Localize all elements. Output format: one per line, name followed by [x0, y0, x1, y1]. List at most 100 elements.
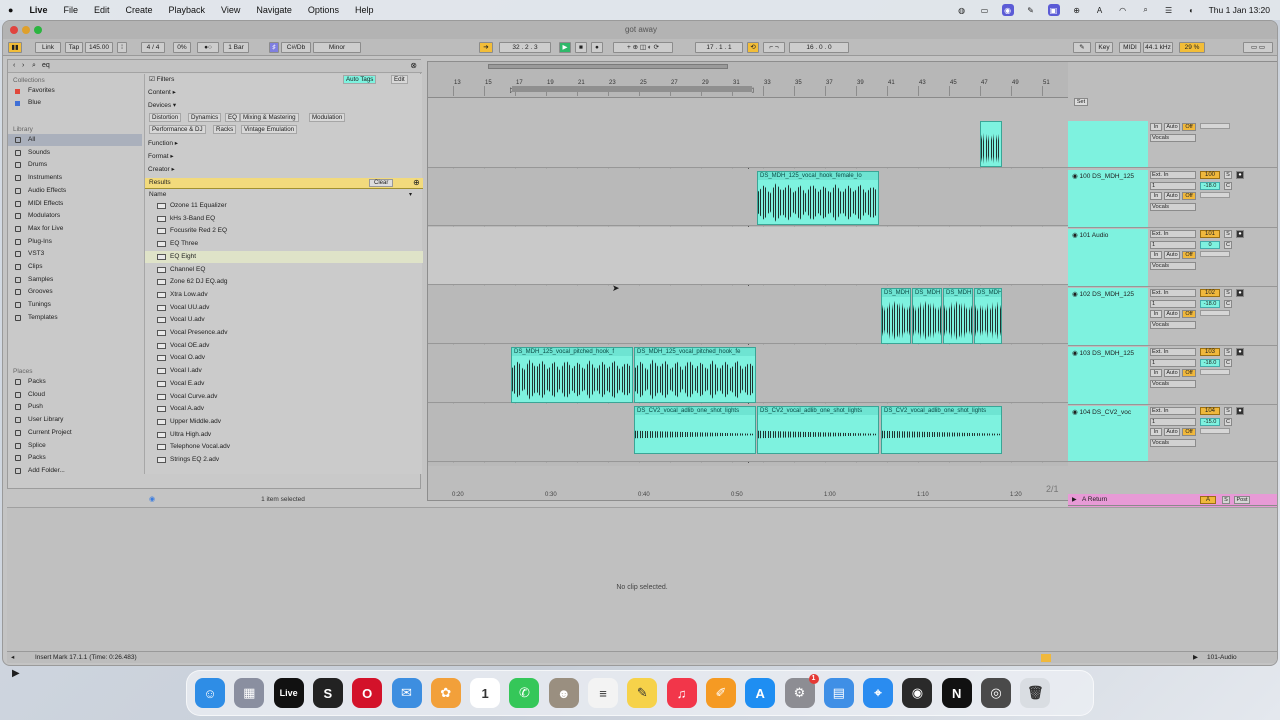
result-item[interactable]: Vocal UU.adv: [145, 302, 423, 315]
nudge-icon[interactable]: ⁞: [117, 42, 127, 53]
metronome-icon[interactable]: ●○: [197, 42, 219, 53]
track-header[interactable]: [1068, 121, 1148, 167]
result-item[interactable]: EQ Three: [145, 238, 423, 251]
time-label[interactable]: 1:00: [824, 492, 836, 498]
zoom-window-icon[interactable]: [34, 26, 42, 34]
result-item[interactable]: Ultra High.adv: [145, 429, 423, 442]
input-channel-dropdown[interactable]: 1: [1150, 241, 1196, 249]
dock-launchpad-icon[interactable]: ▦: [234, 678, 265, 708]
name-column-header[interactable]: Name: [149, 191, 166, 198]
output-dropdown[interactable]: Vocals: [1150, 134, 1196, 142]
dock-opera-icon[interactable]: O: [352, 678, 383, 708]
track-name[interactable]: 104 DS_CV2_voc: [1079, 409, 1131, 416]
return-track-name[interactable]: A Return: [1068, 494, 1148, 506]
tag-mixing-mastering[interactable]: Mixing & Mastering: [240, 113, 299, 122]
edit-tags-button[interactable]: Edit: [391, 75, 408, 84]
dock-reminders-icon[interactable]: ≡: [588, 678, 618, 708]
stop-icon[interactable]: ■: [575, 42, 587, 53]
result-item[interactable]: Xtra Low.adv: [145, 289, 423, 302]
volume-field[interactable]: -18.0: [1200, 359, 1220, 367]
menu-live[interactable]: Live: [21, 5, 55, 15]
follow-icon[interactable]: ➔: [479, 42, 493, 53]
mixer-track[interactable]: In Auto Off Vocals: [1068, 121, 1277, 168]
tag-eq[interactable]: EQ: [225, 113, 240, 122]
dock-calendar-icon[interactable]: 1: [470, 678, 501, 708]
minimize-window-icon[interactable]: [22, 26, 30, 34]
track-name[interactable]: 101 Audio: [1079, 232, 1108, 239]
input-channel-dropdown[interactable]: 1: [1150, 300, 1196, 308]
bar-number[interactable]: 37: [826, 80, 833, 86]
bar-number[interactable]: 41: [888, 80, 895, 86]
track-lane[interactable]: [428, 463, 1068, 466]
track-header[interactable]: ◉ 104 DS_CV2_voc: [1068, 406, 1148, 461]
audio-clip[interactable]: DS_MDH_125_vocal_pitched_hook_fe: [634, 347, 756, 403]
sidebar-item-instruments[interactable]: Instruments: [8, 172, 142, 184]
pan-field[interactable]: C: [1224, 418, 1232, 426]
draw-mode-icon[interactable]: ✎: [1073, 42, 1091, 53]
arm-button[interactable]: ●: [1236, 407, 1244, 415]
time-signature-field[interactable]: 4 / 4: [141, 42, 165, 53]
apple-menu-icon[interactable]: ●: [0, 5, 21, 15]
pan-field[interactable]: C: [1224, 182, 1232, 190]
bar-number[interactable]: 51: [1043, 80, 1050, 86]
menu-view[interactable]: View: [213, 5, 248, 15]
audio-clip[interactable]: DS_CV2_vocal_adlib_one_shot_lights: [634, 406, 756, 454]
track-header[interactable]: ◉ 100 DS_MDH_125: [1068, 170, 1148, 227]
overview-scrollbar[interactable]: [488, 64, 728, 69]
loop-brace[interactable]: [512, 86, 752, 92]
song-position-field[interactable]: 32 . 2 . 3: [499, 42, 551, 53]
mixer-track[interactable]: ◉ 101 Audio Ext. In 1 101 0 S ● C In Auto Off Vocal…: [1068, 229, 1277, 287]
send-knobs[interactable]: [1200, 428, 1230, 434]
place-item-add-folder[interactable]: Add Folder...: [8, 465, 142, 477]
sidebar-item-tunings[interactable]: Tunings: [8, 299, 142, 311]
overdub-automation-icons[interactable]: + ⊕ ◫ ◐ ⟳: [613, 42, 673, 53]
record-icon[interactable]: ◉: [1001, 4, 1014, 16]
solo-button[interactable]: S: [1224, 230, 1232, 238]
input-type-dropdown[interactable]: Ext. In: [1150, 407, 1196, 415]
monitor-auto-button[interactable]: Auto: [1164, 192, 1180, 200]
bar-number[interactable]: 39: [857, 80, 864, 86]
sync-icon[interactable]: ⊕: [1071, 4, 1083, 16]
search-icon[interactable]: ⌕: [1140, 4, 1152, 16]
time-ruler[interactable]: 0:20 0:30 0:40 0:50 1:00 1:10 1:20: [428, 490, 1068, 502]
browser-toggle-icon[interactable]: ▮▮: [8, 42, 22, 53]
content-filter[interactable]: Content ▸: [148, 88, 176, 96]
track-number[interactable]: 103: [1200, 348, 1220, 356]
menu-help[interactable]: Help: [347, 5, 382, 15]
sidebar-item-modulators[interactable]: Modulators: [8, 210, 142, 222]
sidebar-item-max-for-live[interactable]: Max for Live: [8, 223, 142, 235]
monitor-in-button[interactable]: In: [1150, 310, 1162, 318]
scale-dropdown[interactable]: Minor: [313, 42, 361, 53]
creator-filter[interactable]: Creator ▸: [148, 165, 175, 173]
solo-button[interactable]: S: [1224, 289, 1232, 297]
sidebar-item-clips[interactable]: Clips: [8, 261, 142, 273]
tap-tempo-button[interactable]: Tap: [65, 42, 83, 53]
sidebar-item-vst3[interactable]: VST3: [8, 248, 142, 260]
menu-file[interactable]: File: [55, 5, 86, 15]
bar-number[interactable]: 35: [795, 80, 802, 86]
sort-icon[interactable]: ▾: [409, 191, 412, 198]
monitor-in-button[interactable]: In: [1150, 192, 1162, 200]
place-item-packs[interactable]: Packs: [8, 376, 142, 388]
pan-field[interactable]: C: [1224, 300, 1232, 308]
bar-number[interactable]: 43: [919, 80, 926, 86]
result-item[interactable]: Vocal A.adv: [145, 403, 423, 416]
arm-button[interactable]: ●: [1236, 171, 1244, 179]
result-item[interactable]: Vocal U.adv: [145, 314, 423, 327]
menu-edit[interactable]: Edit: [86, 5, 118, 15]
menu-options[interactable]: Options: [300, 5, 347, 15]
track-name[interactable]: 102 DS_MDH_125: [1079, 291, 1134, 298]
clear-results-button[interactable]: Clear: [369, 179, 394, 187]
send-knobs[interactable]: [1200, 310, 1230, 316]
sidebar-item-samples[interactable]: Samples: [8, 274, 142, 286]
audio-clip[interactable]: DS_MDH: [912, 288, 942, 344]
time-label[interactable]: 0:50: [731, 492, 743, 498]
menu-clock[interactable]: Thu 1 Jan 13:20: [1209, 5, 1270, 15]
dock-music-icon[interactable]: ♫: [666, 678, 697, 708]
tempo-field[interactable]: 145.00: [85, 42, 113, 53]
function-filter[interactable]: Function ▸: [148, 139, 178, 147]
pan-field[interactable]: C: [1224, 359, 1232, 367]
sidebar-item-midi-effects[interactable]: MIDI Effects: [8, 198, 142, 210]
arm-button[interactable]: ●: [1236, 348, 1244, 356]
input-channel-dropdown[interactable]: 1: [1150, 418, 1196, 426]
